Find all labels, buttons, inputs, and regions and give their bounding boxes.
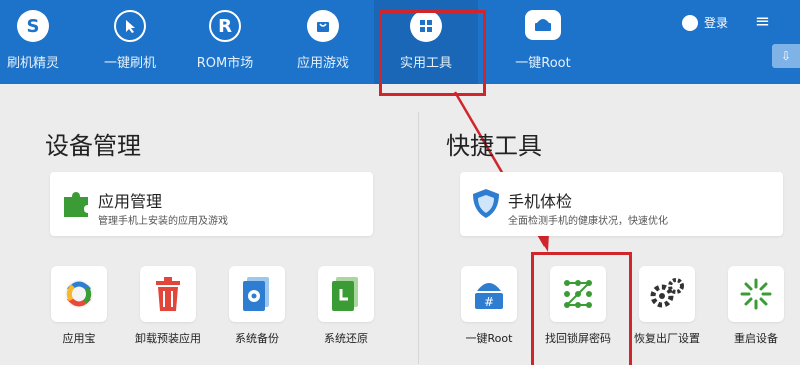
card-desc: 管理手机上安装的应用及游戏 <box>98 216 228 227</box>
section-divider <box>418 112 419 364</box>
highlight-box-recover-password <box>531 252 632 365</box>
tool-one-click-root[interactable]: # <box>461 266 517 322</box>
shield-icon <box>473 189 499 218</box>
tool-restart-device[interactable] <box>728 266 784 322</box>
tool-label: 重启设备 <box>734 332 778 345</box>
card-desc: 全面检测手机的健康状况，快速优化 <box>508 216 668 227</box>
tool-uninstall-preinstalled[interactable] <box>140 266 196 322</box>
trash-icon <box>156 277 180 311</box>
gears-icon <box>650 278 684 308</box>
backup-gear-icon <box>243 277 269 311</box>
quick-tools-title: 快捷工具 <box>446 132 542 160</box>
tool-label: 系统还原 <box>324 332 368 345</box>
tool-label: 恢复出厂设置 <box>634 332 700 345</box>
tool-system-backup[interactable] <box>229 266 285 322</box>
card-title: 手机体检 <box>508 192 573 211</box>
device-management-title: 设备管理 <box>45 132 141 160</box>
tool-label: 一键Root <box>465 332 513 345</box>
svg-text:#: # <box>484 295 494 309</box>
restore-clock-icon <box>332 277 358 311</box>
yingyongbao-icon <box>65 280 93 308</box>
restart-spinner-icon <box>740 278 772 310</box>
tool-factory-reset[interactable] <box>639 266 695 322</box>
phone-checkup-card[interactable]: 手机体检 全面检测手机的健康状况，快速优化 <box>460 172 783 236</box>
puzzle-icon <box>64 192 88 217</box>
tool-system-restore[interactable] <box>318 266 374 322</box>
android-root-icon: # <box>475 283 503 309</box>
card-title: 应用管理 <box>98 192 163 211</box>
tool-label: 应用宝 <box>62 332 96 345</box>
tool-label: 卸载预装应用 <box>135 332 201 345</box>
tool-label: 系统备份 <box>235 332 279 345</box>
app-management-card[interactable]: 应用管理 管理手机上安装的应用及游戏 <box>50 172 373 236</box>
tool-yingyongbao[interactable] <box>51 266 107 322</box>
